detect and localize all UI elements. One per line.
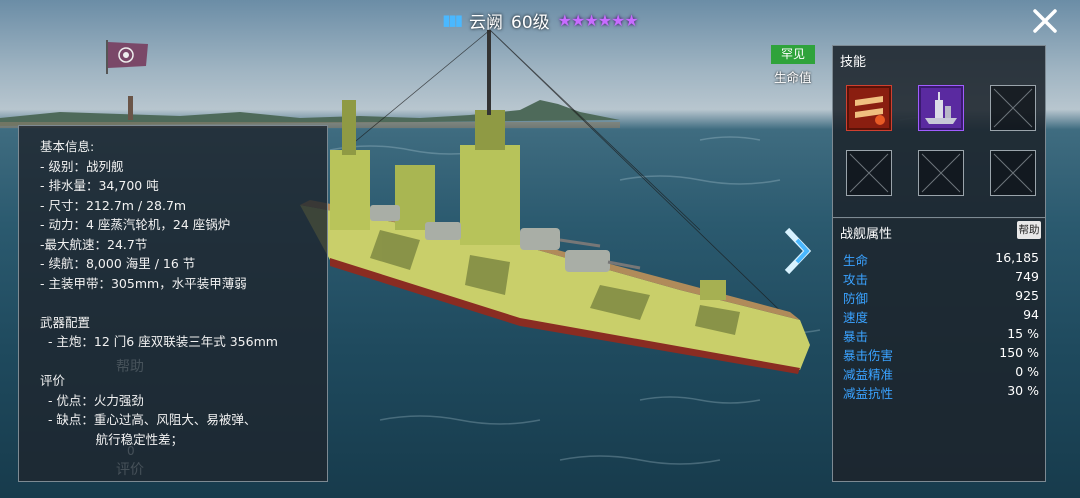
rarity-badge: 罕见: [771, 45, 815, 64]
skill-slot-4[interactable]: [846, 150, 892, 196]
stat-value: 15 %: [1007, 326, 1039, 341]
info-line: - 动力：4 座蒸汽轮机，24 座锅炉: [40, 217, 231, 232]
stat-row: 减益抗性 30 %: [843, 383, 1039, 402]
info-line: - 级别：战列舰: [40, 158, 124, 174]
ship-title-bar: ▮▮▮ 云阙 60级 ★★★★★★: [0, 8, 1080, 33]
stat-value: 150 %: [999, 345, 1039, 360]
info-line: - 主炮：12 门6 座双联装三年式 356mm: [40, 334, 278, 349]
stat-value: 925: [1015, 288, 1039, 303]
skill-slot-2[interactable]: [918, 85, 964, 131]
stat-row: 暴击伤害 150 %: [843, 345, 1039, 364]
skills-panel: 技能: [832, 45, 1046, 219]
close-icon[interactable]: [1030, 6, 1060, 36]
info-line: 武器配置: [40, 314, 91, 330]
info-line: 航行稳定性差；: [40, 431, 184, 447]
empty-slot-icon: [993, 88, 1033, 128]
torpedo-skill-icon: [847, 86, 891, 130]
info-line: 评价: [40, 373, 66, 388]
stat-value: 0 %: [1015, 364, 1039, 379]
ship-level: 60级: [511, 12, 550, 33]
info-line: - 尺寸：212.7m / 28.7m: [40, 197, 187, 213]
empty-slot-icon: [993, 153, 1033, 193]
stat-value: 30 %: [1007, 383, 1039, 398]
info-line: [40, 352, 278, 372]
ship-name: 云阙: [469, 12, 504, 33]
ship-info-panel: 帮助 0 评价 基本信息: - 级别：战列舰 - 排水量：34,700 吨- 尺寸：…: [18, 125, 328, 482]
stat-name: 生命: [843, 253, 869, 268]
stats-help-button[interactable]: 帮助: [1017, 221, 1041, 239]
stat-row: 减益精准 0 %: [843, 364, 1039, 383]
info-line: 基本信息:: [40, 139, 95, 154]
hp-label: 生命值: [774, 70, 812, 85]
stat-row: 暴击 15 %: [843, 326, 1039, 345]
faction-flag-icon: [106, 40, 148, 74]
stat-name: 暴击伤害: [843, 348, 894, 363]
chevron-right-icon[interactable]: [783, 226, 817, 276]
skill-slot-3[interactable]: [990, 85, 1036, 131]
info-line: - 优点：火力强劲: [40, 392, 144, 408]
skill-slot-5[interactable]: [918, 150, 964, 196]
info-line: [40, 293, 278, 313]
stat-name: 攻击: [843, 272, 869, 287]
empty-slot-icon: [849, 153, 889, 193]
stat-name: 速度: [843, 310, 869, 325]
stats-title: 战舰属性: [840, 227, 893, 242]
ammo-icon: ▮▮▮: [442, 11, 463, 29]
ship-skill-icon: [919, 86, 963, 130]
empty-slot-icon: [921, 153, 961, 193]
stat-row: 速度 94: [843, 307, 1039, 326]
info-line: - 续航：8,000 海里 / 16 节: [40, 256, 196, 271]
star-rating: ★★★★★★: [557, 10, 639, 30]
stat-name: 减益抗性: [843, 386, 894, 401]
info-line: - 排水量：34,700 吨: [40, 178, 159, 193]
info-line: - 主装甲带：305mm，水平装甲薄弱: [40, 275, 247, 291]
stat-name: 减益精准: [843, 367, 894, 382]
skills-title: 技能: [840, 55, 867, 70]
skill-slot-1[interactable]: [846, 85, 892, 131]
info-line: - 缺点：重心过高、风阻大、易被弹、: [40, 412, 257, 427]
skill-slot-6[interactable]: [990, 150, 1036, 196]
stat-value: 94: [1023, 307, 1039, 322]
stat-row: 攻击 749: [843, 269, 1039, 288]
stat-name: 暴击: [843, 329, 869, 344]
stat-row: 生命 16,185: [843, 250, 1039, 269]
ghost-rating-label: 评价: [116, 462, 144, 478]
info-line: -最大航速：24.7节: [40, 236, 148, 252]
stat-value: 749: [1015, 269, 1039, 284]
stat-name: 防御: [843, 291, 869, 306]
ship-info-text: 基本信息: - 级别：战列舰 - 排水量：34,700 吨 - 尺寸：212.7m /…: [40, 137, 278, 449]
ship-stats-panel: 战舰属性 帮助 生命 16,185 攻击 749 防御 925 速度 94 暴击 15 % 暴击伤害…: [832, 217, 1046, 482]
stat-row: 防御 925: [843, 288, 1039, 307]
stat-value: 16,185: [995, 250, 1039, 265]
